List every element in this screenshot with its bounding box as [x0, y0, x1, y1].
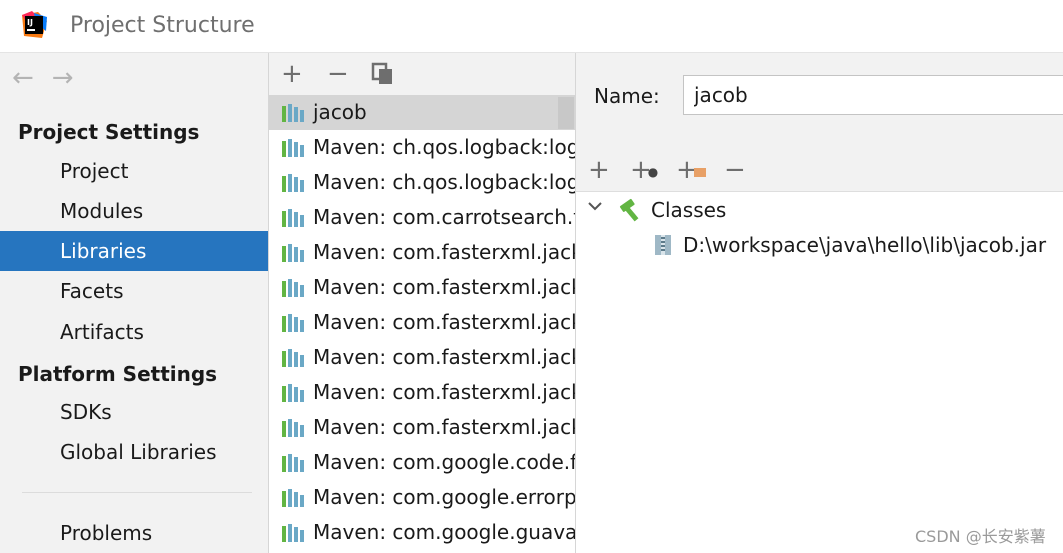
sidebar-item-label: SDKs [60, 400, 112, 424]
library-row[interactable]: Maven: com.carrotsearch.thirdparty [269, 200, 575, 235]
library-icon [282, 384, 304, 402]
globe-icon: ● [647, 165, 659, 179]
library-row[interactable]: Maven: com.fasterxml.jackson [269, 235, 575, 270]
library-row[interactable]: Maven: ch.qos.logback:logback-core [269, 165, 575, 200]
library-name: Maven: com.fasterxml.jackson [313, 415, 575, 439]
sidebar-divider [22, 492, 252, 493]
tree-node-jar[interactable]: D:\workspace\java\hello\lib\jacob.jar [576, 228, 1063, 262]
title-bar: IJ Project Structure [0, 0, 1063, 53]
library-row[interactable]: jacob [269, 95, 575, 130]
sidebar-item-sdks[interactable]: SDKs [0, 392, 268, 432]
tree-node-label: Classes [651, 198, 727, 222]
library-row[interactable]: Maven: com.google.guava [269, 515, 575, 550]
library-row[interactable]: Maven: ch.qos.logback:logback-classic [269, 130, 575, 165]
library-row[interactable]: Maven: com.fasterxml.jackson [269, 410, 575, 445]
library-icon [282, 244, 304, 262]
library-name: jacob [313, 100, 367, 124]
library-row[interactable]: Maven: com.fasterxml.jackson [269, 340, 575, 375]
name-panel: Name: + +● + − [576, 53, 1063, 192]
add-url-button[interactable]: +● [630, 155, 662, 185]
hammer-icon [619, 198, 639, 222]
library-name: Maven: com.fasterxml.jackson [313, 275, 575, 299]
library-icon [282, 454, 304, 472]
add-folder-button[interactable]: + [676, 155, 710, 185]
library-icon [282, 419, 304, 437]
remove-library-button[interactable]: − [327, 59, 349, 89]
library-row[interactable]: Maven: com.fasterxml.jackson [269, 375, 575, 410]
remove-root-button[interactable]: − [724, 155, 746, 185]
list-scrollbar[interactable] [558, 97, 574, 129]
libraries-panel: + − jacob Maven: ch.qos.logback:logback-… [269, 53, 576, 553]
name-label: Name: [594, 84, 660, 108]
sidebar-item-artifacts[interactable]: Artifacts [0, 312, 268, 352]
library-name: Maven: com.carrotsearch.thirdparty [313, 205, 575, 229]
sidebar-item-facets[interactable]: Facets [0, 271, 268, 311]
intellij-logo-icon: IJ [22, 11, 47, 38]
chevron-down-icon[interactable] [586, 197, 604, 215]
tree-node-classes[interactable]: Classes [576, 193, 1063, 227]
library-name: Maven: com.fasterxml.jackson [313, 240, 575, 264]
copy-icon[interactable] [371, 62, 395, 86]
library-row[interactable]: Maven: com.fasterxml.jackson [269, 270, 575, 305]
back-arrow-icon[interactable]: ← [12, 63, 34, 93]
section-project-settings: Project Settings [18, 120, 200, 144]
library-icon [282, 524, 304, 542]
window-title: Project Structure [70, 13, 255, 38]
sidebar-item-global-libraries[interactable]: Global Libraries [0, 432, 268, 472]
library-icon [282, 489, 304, 507]
sidebar-item-label: Modules [60, 199, 144, 223]
library-name: Maven: com.google.code.findbugs [313, 450, 576, 474]
library-name: Maven: ch.qos.logback:logback-core [313, 170, 575, 194]
sidebar-item-problems[interactable]: Problems [0, 513, 268, 553]
tree-node-label: D:\workspace\java\hello\lib\jacob.jar [683, 233, 1047, 257]
library-name: Maven: com.google.errorprone [313, 485, 576, 509]
folder-icon [693, 168, 706, 177]
library-icon [282, 139, 304, 157]
library-icon [282, 104, 304, 122]
sidebar-item-label: Libraries [60, 239, 147, 263]
library-row[interactable]: Maven: com.fasterxml.jackson [269, 305, 575, 340]
library-row[interactable]: Maven: com.google.errorprone [269, 480, 575, 515]
library-icon [282, 279, 304, 297]
library-name: Maven: com.google.guava [313, 520, 576, 544]
sidebar-item-project[interactable]: Project [0, 151, 268, 191]
add-library-button[interactable]: + [281, 59, 303, 89]
libraries-toolbar: + − [269, 53, 575, 95]
library-icon [282, 209, 304, 227]
library-name: Maven: com.fasterxml.jackson [313, 310, 575, 334]
sidebar-item-label: Facets [60, 279, 124, 303]
section-platform-settings: Platform Settings [18, 362, 218, 386]
library-name: Maven: ch.qos.logback:logback-classic [313, 135, 575, 159]
jar-archive-icon [655, 235, 671, 255]
nav-arrows: ← → [12, 63, 92, 93]
sidebar-item-libraries[interactable]: Libraries [0, 231, 268, 271]
sidebar-item-label: Project [60, 159, 129, 183]
watermark: CSDN @长安紫薯 [915, 527, 1046, 546]
library-name-input[interactable] [683, 75, 1063, 115]
library-icon [282, 349, 304, 367]
forward-arrow-icon[interactable]: → [52, 63, 74, 93]
library-name: Maven: com.fasterxml.jackson [313, 380, 575, 404]
sidebar-item-label: Problems [60, 521, 153, 545]
sidebar-item-label: Global Libraries [60, 440, 217, 464]
library-list: jacob Maven: ch.qos.logback:logback-clas… [269, 95, 575, 550]
settings-sidebar: ← → Project Settings Project Modules Libr… [0, 53, 269, 553]
sidebar-item-modules[interactable]: Modules [0, 191, 268, 231]
library-row[interactable]: Maven: com.google.code.findbugs [269, 445, 575, 480]
add-root-button[interactable]: + [588, 155, 610, 185]
sidebar-item-label: Artifacts [60, 320, 144, 344]
library-detail-panel: Name: + +● + − Classes D:\workspace\ja [576, 53, 1063, 553]
library-icon [282, 314, 304, 332]
library-icon [282, 174, 304, 192]
svg-text:IJ: IJ [27, 18, 33, 27]
library-name: Maven: com.fasterxml.jackson [313, 345, 575, 369]
